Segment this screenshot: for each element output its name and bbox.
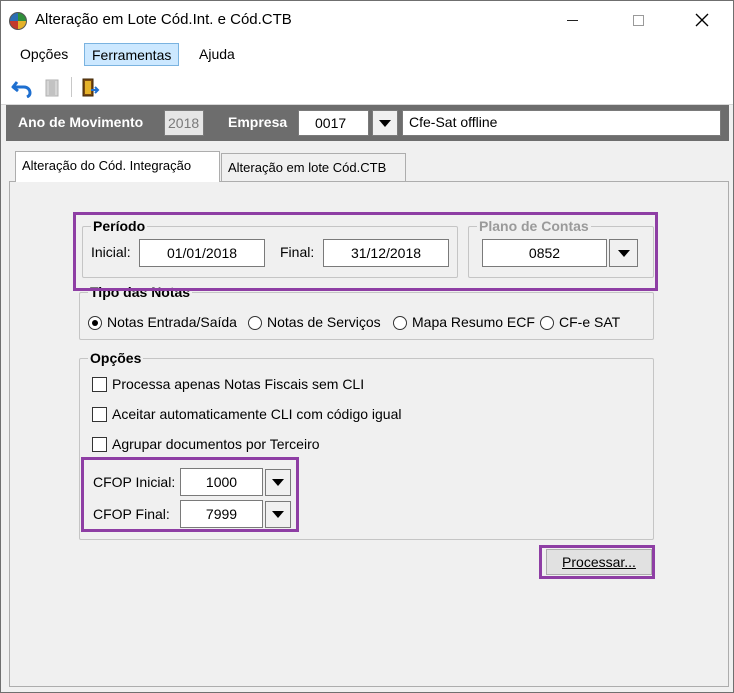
window-title: Alteração em Lote Cód.Int. e Cód.CTB (35, 11, 292, 28)
chevron-down-icon (272, 511, 284, 518)
periodo-final-input[interactable]: 31/12/2018 (323, 239, 449, 267)
tipo-notas-group: Tipo das Notas Notas Entrada/Saída Notas… (79, 284, 654, 340)
periodo-final-label: Final: (280, 244, 315, 260)
empresa-code-field[interactable]: 0017 (298, 110, 369, 136)
tab-alteracao-cod-integracao[interactable]: Alteração do Cód. Integração (15, 151, 220, 182)
cfop-inicial-input[interactable]: 1000 (180, 468, 263, 496)
periodo-inicial-input[interactable]: 01/01/2018 (139, 239, 265, 267)
tipo-notas-title: Tipo das Notas (88, 284, 193, 300)
filter-bar: Ano de Movimento 2018 Empresa 0017 Cfe-S… (6, 105, 729, 141)
radio-cfe-sat[interactable] (540, 316, 554, 330)
toolbar-separator (71, 77, 72, 97)
periodo-group: Período Inicial: 01/01/2018 Final: 31/12… (82, 218, 458, 278)
maximize-icon (632, 14, 644, 26)
cfop-inicial-label: CFOP Inicial: (93, 474, 176, 490)
maximize-button[interactable] (615, 1, 661, 39)
checkbox-agrupar-terceiro[interactable] (92, 437, 107, 452)
tab-alteracao-lote-cod-ctb[interactable]: Alteração em lote Cód.CTB (221, 153, 406, 181)
menu-ajuda[interactable]: Ajuda (192, 43, 242, 66)
empresa-label: Empresa (228, 114, 288, 130)
radio-label[interactable]: Mapa Resumo ECF (412, 314, 535, 330)
plano-contas-dropdown-button[interactable] (609, 239, 638, 267)
menu-bar: Opções Ferramentas Ajuda (1, 39, 733, 69)
menu-ferramentas[interactable]: Ferramentas (84, 43, 180, 66)
menu-opcoes[interactable]: Opções (13, 43, 75, 66)
processar-button[interactable]: Processar... (546, 549, 652, 575)
radio-mapa-resumo-ecf[interactable] (393, 316, 407, 330)
exit-door-icon[interactable] (79, 78, 101, 98)
title-bar: Alteração em Lote Cód.Int. e Cód.CTB (1, 1, 733, 39)
radio-notas-entrada-saida[interactable] (88, 316, 102, 330)
cfop-final-input[interactable]: 7999 (180, 500, 263, 528)
radio-label[interactable]: Notas de Serviços (267, 314, 381, 330)
tab-panel: Período Inicial: 01/01/2018 Final: 31/12… (9, 181, 729, 687)
radio-label[interactable]: Notas Entrada/Saída (107, 314, 237, 330)
undo-icon[interactable] (11, 78, 33, 98)
minimize-icon (566, 19, 578, 21)
document-icon[interactable] (41, 78, 63, 98)
periodo-inicial-label: Inicial: (91, 244, 131, 260)
checkbox-processa-sem-cli[interactable] (92, 377, 107, 392)
cfop-inicial-dropdown-button[interactable] (265, 469, 291, 496)
plano-contas-group: Plano de Contas 0852 (468, 218, 654, 278)
main-window: Alteração em Lote Cód.Int. e Cód.CTB Opç… (0, 0, 734, 693)
minimize-button[interactable] (549, 1, 595, 39)
ano-movimento-label: Ano de Movimento (18, 114, 144, 130)
radio-notas-servicos[interactable] (248, 316, 262, 330)
empresa-dropdown-button[interactable] (372, 110, 398, 136)
cfop-final-label: CFOP Final: (93, 506, 170, 522)
toolbar (1, 69, 733, 105)
radio-label[interactable]: CF-e SAT (559, 314, 620, 330)
chevron-down-icon (617, 249, 630, 257)
plano-contas-input[interactable]: 0852 (482, 239, 607, 267)
ano-movimento-field[interactable]: 2018 (164, 110, 204, 136)
checkbox-label[interactable]: Processa apenas Notas Fiscais sem CLI (112, 376, 364, 392)
chevron-down-icon (379, 119, 391, 127)
plano-contas-title: Plano de Contas (477, 218, 591, 234)
close-button[interactable] (679, 1, 725, 39)
checkbox-label[interactable]: Agrupar documentos por Terceiro (112, 436, 320, 452)
periodo-title: Período (91, 218, 148, 234)
opcoes-group: Opções Processa apenas Notas Fiscais sem… (79, 350, 654, 540)
app-logo-icon (9, 12, 27, 30)
processar-button-label: Processar... (562, 554, 636, 570)
close-icon (695, 13, 709, 27)
cfop-final-dropdown-button[interactable] (265, 501, 291, 528)
opcoes-title: Opções (88, 350, 144, 366)
chevron-down-icon (272, 479, 284, 486)
empresa-name-field: Cfe-Sat offline (402, 110, 721, 136)
checkbox-aceitar-cli[interactable] (92, 407, 107, 422)
radio-selected-dot (92, 320, 98, 326)
checkbox-label[interactable]: Aceitar automaticamente CLI com código i… (112, 406, 401, 422)
